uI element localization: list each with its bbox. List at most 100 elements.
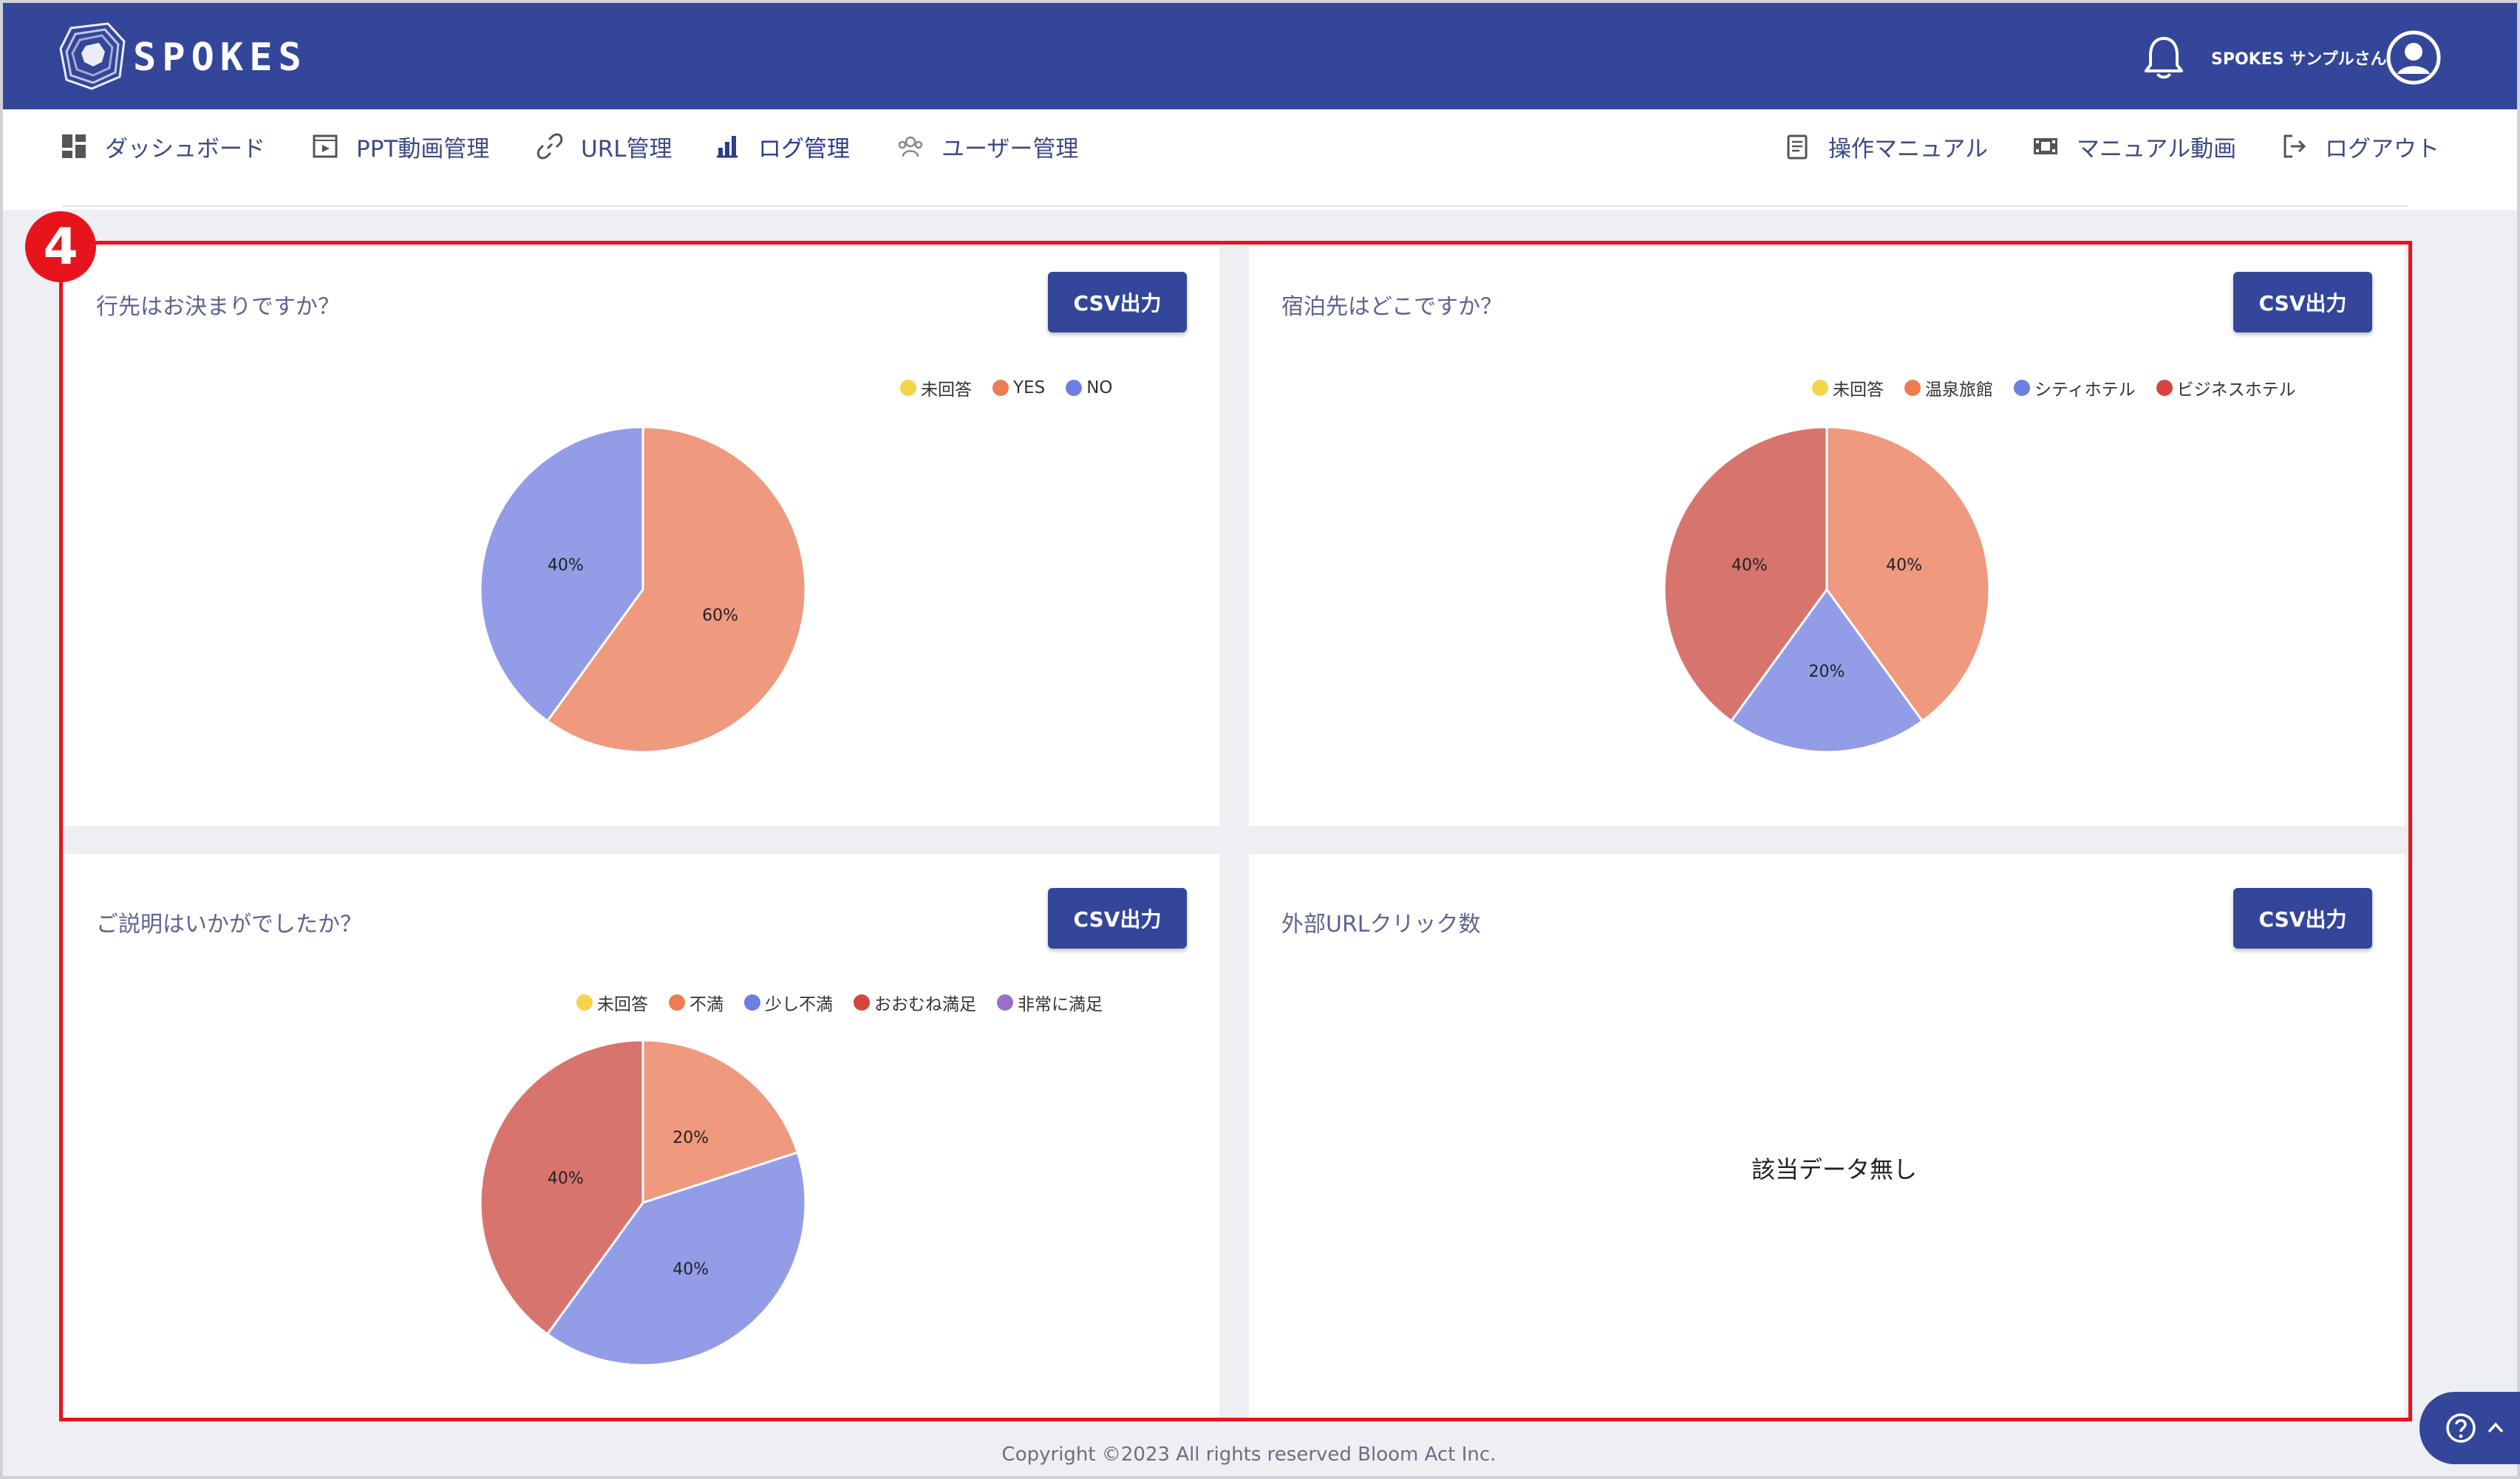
nav-label: ユーザー管理 <box>941 135 1079 163</box>
legend-item[interactable]: おおむね満足 <box>854 990 976 1015</box>
legend-item[interactable]: 不満 <box>669 990 723 1015</box>
chart-legend: 未回答 温泉旅館 シティホテル ビジネスホテル <box>1812 375 2296 400</box>
no-data-message: 該当データ無し <box>1751 1155 1918 1183</box>
legend-label: 未回答 <box>1833 380 1884 400</box>
panel-title: 外部URLクリック数 <box>1281 912 1481 937</box>
log-icon <box>717 136 738 158</box>
chevron-up-icon <box>2487 1422 2504 1433</box>
panel-external-url-clicks: 外部URLクリック数 CSV出力 該当データ無し <box>1249 854 2405 1420</box>
legend-item[interactable]: 未回答 <box>900 375 972 400</box>
pie-chart: 20% 40% 40% <box>479 1039 807 1367</box>
logo-text: SPOKES <box>133 35 307 80</box>
legend-item[interactable]: 少し不満 <box>744 990 833 1015</box>
link-icon <box>537 133 563 160</box>
legend-swatch <box>992 380 1009 396</box>
bell-icon[interactable] <box>2142 34 2186 81</box>
chart-panel-destination: 行先はお決まりですか？ CSV出力 未回答 YES NO 60% 40% <box>64 247 1219 826</box>
pie-slice-label: 40% <box>1886 556 1922 575</box>
users-icon <box>898 136 923 157</box>
annotation-badge: 4 <box>25 211 96 282</box>
chart-legend: 未回答 YES NO <box>900 375 1113 400</box>
csv-export-button[interactable]: CSV出力 <box>2233 272 2372 332</box>
pie-slice-label: 40% <box>548 1169 584 1188</box>
panel-title: 宿泊先はどこですか？ <box>1281 294 1503 320</box>
legend-item[interactable]: 非常に満足 <box>997 990 1103 1015</box>
nav-dashboard[interactable]: ダッシュボード <box>59 109 265 183</box>
pie-chart: 60% 40% <box>479 426 807 754</box>
app-header: SPOKES SPOKES サンプルさん <box>3 3 2517 109</box>
nav-label: URL管理 <box>581 135 672 163</box>
spokes-logo-icon[interactable] <box>56 19 130 93</box>
nav-label: ログアウト <box>2325 135 2439 163</box>
legend-swatch <box>1066 380 1083 396</box>
pie-slice-label: 20% <box>1809 663 1845 681</box>
legend-swatch <box>669 994 685 1011</box>
user-avatar-icon[interactable] <box>2386 30 2442 86</box>
chart-panel-accommodation: 宿泊先はどこですか？ CSV出力 未回答 温泉旅館 シティホテル ビジネスホテル 40… <box>1249 247 2405 826</box>
csv-export-button[interactable]: CSV出力 <box>1048 888 1187 949</box>
legend-label: 未回答 <box>597 995 648 1014</box>
nav-manual[interactable]: 操作マニュアル <box>1782 109 1988 183</box>
panel-title: 行先はお決まりですか？ <box>96 294 340 320</box>
help-button[interactable] <box>2419 1392 2520 1464</box>
legend-label: NO <box>1086 378 1113 397</box>
pie-slice-label: 20% <box>672 1129 709 1147</box>
panel-title: ご説明はいかがでしたか？ <box>96 912 362 937</box>
legend-item[interactable]: シティホテル <box>2014 375 2136 400</box>
legend-label: 非常に満足 <box>1018 995 1103 1014</box>
logout-icon <box>2284 134 2306 158</box>
csv-export-button[interactable]: CSV出力 <box>2233 888 2372 949</box>
legend-label: おおむね満足 <box>874 995 976 1014</box>
nav-logout[interactable]: ログアウト <box>2279 109 2439 183</box>
legend-swatch <box>1904 380 1921 396</box>
legend-swatch <box>744 994 760 1011</box>
nav-users[interactable]: ユーザー管理 <box>896 109 1078 183</box>
nav-ppt-video[interactable]: PPT動画管理 <box>310 109 489 183</box>
legend-swatch <box>854 994 870 1011</box>
csv-export-button[interactable]: CSV出力 <box>1048 272 1187 332</box>
legend-label: 未回答 <box>921 380 972 400</box>
chart-legend: 未回答 不満 少し不満 おおむね満足 非常に満足 <box>576 990 1103 1015</box>
legend-label: 少し不満 <box>765 995 833 1014</box>
legend-item[interactable]: YES <box>992 375 1045 400</box>
nav-label: 操作マニュアル <box>1828 135 1989 163</box>
question-icon <box>2446 1413 2476 1443</box>
nav-manual-video[interactable]: マニュアル動画 <box>2031 109 2236 183</box>
user-name[interactable]: SPOKES サンプルさん <box>2211 46 2387 69</box>
legend-swatch <box>2156 380 2173 396</box>
legend-swatch <box>576 994 593 1011</box>
main-nav: ダッシュボード PPT動画管理 URL管理 ログ管理 ユーザー管理 操作マニュア… <box>3 109 2517 210</box>
legend-label: シティホテル <box>2034 380 2136 400</box>
legend-item[interactable]: 未回答 <box>576 990 648 1015</box>
legend-swatch <box>900 380 916 396</box>
legend-item[interactable]: ビジネスホテル <box>2156 375 2296 400</box>
nav-label: PPT動画管理 <box>356 135 490 163</box>
nav-label: ログ管理 <box>758 135 850 163</box>
document-icon <box>1787 134 1808 160</box>
pie-slice-label: 60% <box>702 607 738 625</box>
legend-label: 不満 <box>689 995 723 1014</box>
legend-item[interactable]: NO <box>1066 375 1113 400</box>
nav-divider <box>62 192 2408 207</box>
pie-slice-label: 40% <box>672 1260 709 1279</box>
legend-swatch <box>997 994 1013 1011</box>
dashboard-icon <box>62 134 86 158</box>
nav-log[interactable]: ログ管理 <box>712 109 850 183</box>
legend-label: 温泉旅館 <box>1925 380 1993 400</box>
nav-label: ダッシュボード <box>105 135 265 163</box>
nav-url[interactable]: URL管理 <box>535 109 672 183</box>
pie-slice-label: 40% <box>548 556 584 575</box>
chart-panel-explanation: ご説明はいかがでしたか？ CSV出力 未回答 不満 少し不満 おおむね満足 非常に満足 … <box>64 854 1219 1420</box>
film-icon <box>2034 138 2057 154</box>
legend-swatch <box>2014 380 2030 396</box>
copyright-text: Copyright ©2023 All rights reserved Bloo… <box>1001 1444 1496 1466</box>
legend-item[interactable]: 温泉旅館 <box>1904 375 1993 400</box>
legend-item[interactable]: 未回答 <box>1812 375 1884 400</box>
legend-swatch <box>1812 380 1828 396</box>
pie-slice-label: 40% <box>1731 556 1768 575</box>
legend-label: YES <box>1013 378 1046 397</box>
legend-label: ビジネスホテル <box>2176 380 2296 400</box>
pie-chart: 40% 20% 40% <box>1663 426 1991 754</box>
nav-label: マニュアル動画 <box>2077 135 2237 163</box>
video-icon <box>313 134 338 158</box>
